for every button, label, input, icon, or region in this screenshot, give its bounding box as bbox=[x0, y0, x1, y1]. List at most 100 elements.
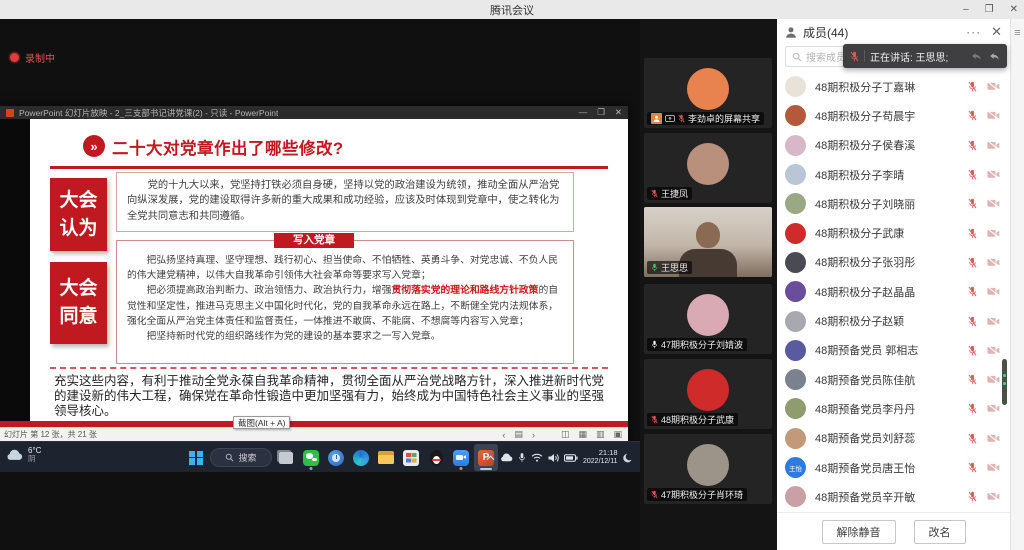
minimize-button[interactable]: – bbox=[963, 4, 969, 15]
more-icon[interactable]: ··· bbox=[966, 25, 981, 39]
battery-icon[interactable] bbox=[564, 454, 578, 462]
member-row[interactable]: 48期预备党员辛开敏 bbox=[777, 482, 1010, 511]
participant-avatar bbox=[687, 143, 729, 185]
taskbar-app-security-app[interactable] bbox=[324, 444, 348, 471]
taskbar-app-store-app[interactable] bbox=[399, 444, 423, 471]
participant-avatar bbox=[687, 68, 729, 110]
video-tile[interactable]: 李劲卓的屏幕共享 bbox=[644, 58, 772, 128]
camera-off-icon[interactable] bbox=[987, 346, 1000, 355]
ppt-close-button[interactable]: ✕ bbox=[615, 107, 622, 118]
taskbar-app-edge-browser[interactable] bbox=[349, 444, 373, 471]
camera-off-icon[interactable] bbox=[987, 287, 1000, 296]
taskbar-app-task-view[interactable] bbox=[274, 444, 298, 471]
rename-button[interactable]: 改名 bbox=[914, 520, 966, 544]
close-button[interactable]: ✕ bbox=[1010, 4, 1018, 15]
prev-slide-icon[interactable]: ‹ bbox=[502, 430, 505, 440]
mic-off-icon[interactable] bbox=[968, 198, 977, 209]
video-tile[interactable]: 47期积极分子肖环琦 bbox=[644, 434, 772, 504]
camera-off-icon[interactable] bbox=[987, 111, 1000, 120]
mic-off-icon[interactable] bbox=[968, 110, 977, 121]
pen-menu-icon[interactable]: ▤ bbox=[514, 429, 523, 440]
mic-off-icon[interactable] bbox=[968, 257, 977, 268]
camera-off-icon[interactable] bbox=[987, 463, 1000, 472]
camera-off-icon[interactable] bbox=[987, 170, 1000, 179]
reply-arrow-icon[interactable] bbox=[971, 52, 982, 61]
chevron-up-icon[interactable] bbox=[486, 455, 495, 461]
display-icon[interactable]: ▣ bbox=[613, 429, 622, 440]
member-row[interactable]: 48期积极分子刘晓丽 bbox=[777, 189, 1010, 218]
start-button[interactable] bbox=[184, 444, 208, 471]
member-row[interactable]: 48期积极分子张羽彤 bbox=[777, 248, 1010, 277]
taskbar-weather-widget[interactable]: 6°C 阴 bbox=[6, 446, 41, 464]
unmute-button[interactable]: 解除静音 bbox=[822, 520, 896, 544]
member-row[interactable]: 48期积极分子赵颖 bbox=[777, 306, 1010, 335]
volume-icon[interactable] bbox=[548, 453, 559, 463]
mic-off-icon[interactable] bbox=[968, 316, 977, 327]
member-row[interactable]: 48期积极分子武康 bbox=[777, 218, 1010, 247]
cloud-icon[interactable] bbox=[500, 453, 513, 462]
taskbar-app-file-explorer[interactable] bbox=[374, 444, 398, 471]
focus-assist-icon[interactable] bbox=[623, 453, 633, 463]
mic-off-icon[interactable] bbox=[968, 228, 977, 239]
reading-view-icon[interactable]: ▥ bbox=[596, 429, 605, 440]
taskbar-clock[interactable]: 21:18 2022/12/11 bbox=[583, 448, 618, 466]
mic-off-icon[interactable] bbox=[968, 491, 977, 502]
panel-close-icon[interactable]: ✕ bbox=[991, 24, 1002, 40]
member-row[interactable]: 48期预备党员 郭相志 bbox=[777, 336, 1010, 365]
member-row[interactable]: 王怡 48期预备党员唐王怡 bbox=[777, 453, 1010, 482]
participant-avatar bbox=[687, 294, 729, 336]
powerpoint-window: PowerPoint 幻灯片放映 - 2_三支部书记讲党课(2) - 只读 - … bbox=[0, 106, 628, 441]
member-row[interactable]: 48期积极分子侯春溪 bbox=[777, 131, 1010, 160]
camera-off-icon[interactable] bbox=[987, 258, 1000, 267]
member-row[interactable]: 48期预备党员陈佳航 bbox=[777, 365, 1010, 394]
mic-off-icon[interactable] bbox=[968, 433, 977, 444]
mic-off-icon[interactable] bbox=[968, 140, 977, 151]
taskbar-app-qq[interactable] bbox=[424, 444, 448, 471]
mic-off-icon[interactable] bbox=[968, 462, 977, 473]
camera-off-icon[interactable] bbox=[987, 229, 1000, 238]
grid-view-icon[interactable]: ▦ bbox=[578, 429, 587, 440]
mic-icon[interactable] bbox=[518, 452, 526, 463]
camera-off-icon[interactable] bbox=[987, 141, 1000, 150]
next-slide-icon[interactable]: › bbox=[532, 430, 535, 440]
mic-off-icon[interactable] bbox=[968, 81, 977, 92]
slide-canvas[interactable]: » 二十大对党章作出了哪些修改? 大会 认为 党的十九大以来，党坚持打铁必须自身… bbox=[30, 119, 628, 421]
menu-icon[interactable]: ≡ bbox=[1011, 27, 1024, 39]
taskbar-app-tencent-meeting[interactable] bbox=[449, 444, 473, 471]
participant-name: 李劲卓的屏幕共享 bbox=[688, 112, 760, 125]
member-row[interactable]: 48期预备党员刘舒蕊 bbox=[777, 424, 1010, 453]
camera-off-icon[interactable] bbox=[987, 199, 1000, 208]
highlighted-text: 贯彻落实党的理论和路线方针政策 bbox=[392, 285, 539, 296]
member-row[interactable]: 48期积极分子李晴 bbox=[777, 160, 1010, 189]
mic-off-icon[interactable] bbox=[968, 286, 977, 297]
ppt-minimize-button[interactable]: — bbox=[579, 107, 588, 118]
member-row[interactable]: 48期积极分子苟晨宇 bbox=[777, 101, 1010, 130]
member-row[interactable]: 48期积极分子赵晶晶 bbox=[777, 277, 1010, 306]
scrollbar-thumb[interactable] bbox=[1002, 359, 1007, 405]
camera-off-icon[interactable] bbox=[987, 82, 1000, 91]
camera-off-icon[interactable] bbox=[987, 492, 1000, 501]
mic-icon bbox=[651, 263, 658, 272]
video-tile[interactable]: 47期积极分子刘婧波 bbox=[644, 284, 772, 354]
camera-off-icon[interactable] bbox=[987, 317, 1000, 326]
video-tile[interactable]: 王捷凤 bbox=[644, 133, 772, 203]
member-row[interactable]: 48期预备党员李丹丹 bbox=[777, 394, 1010, 423]
maximize-button[interactable]: ❐ bbox=[985, 4, 994, 15]
taskbar-app-wechat[interactable] bbox=[299, 444, 323, 471]
ppt-restore-button[interactable]: ❐ bbox=[597, 107, 605, 118]
taskbar-search[interactable]: 搜索 bbox=[210, 448, 272, 467]
comments-icon[interactable]: ◫ bbox=[561, 429, 570, 440]
powerpoint-titlebar: PowerPoint 幻灯片放映 - 2_三支部书记讲党课(2) - 只读 - … bbox=[0, 106, 628, 119]
mic-off-icon[interactable] bbox=[968, 403, 977, 414]
mic-off-icon[interactable] bbox=[968, 169, 977, 180]
video-tile[interactable]: 48期积极分子武康 bbox=[644, 359, 772, 429]
camera-off-icon[interactable] bbox=[987, 375, 1000, 384]
mic-off-icon[interactable] bbox=[968, 374, 977, 385]
wifi-icon[interactable] bbox=[531, 453, 543, 462]
mic-off-icon[interactable] bbox=[968, 345, 977, 356]
reply-arrow-icon[interactable] bbox=[989, 52, 1000, 61]
member-row[interactable]: 48期积极分子丁嘉琳 bbox=[777, 72, 1010, 101]
camera-off-icon[interactable] bbox=[987, 434, 1000, 443]
camera-off-icon[interactable] bbox=[987, 404, 1000, 413]
video-tile[interactable]: 王思思 bbox=[644, 207, 772, 277]
